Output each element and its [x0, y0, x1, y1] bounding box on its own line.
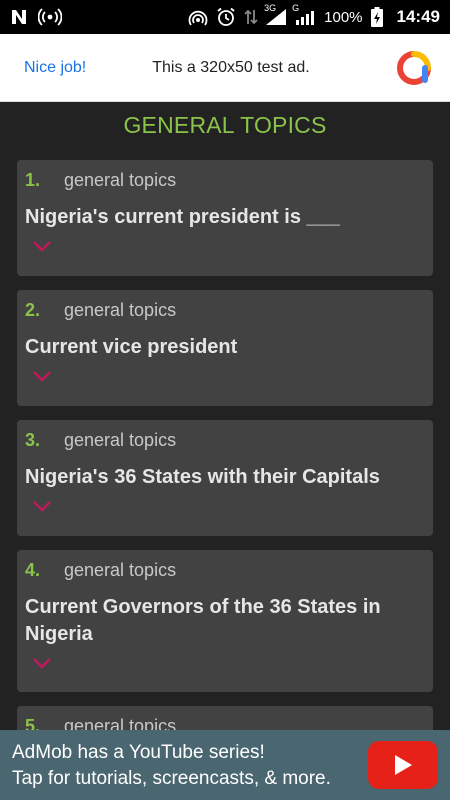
- hotspot-icon: [188, 8, 208, 26]
- bottom-ad-banner[interactable]: AdMob has a YouTube series! Tap for tuto…: [0, 730, 450, 800]
- chevron-down-icon[interactable]: [31, 656, 53, 674]
- item-number: 1.: [25, 170, 41, 190]
- item-title: Nigeria's 36 States with their Capitals: [25, 466, 380, 488]
- page-title: GENERAL TOPICS: [123, 112, 327, 138]
- item-number: 2.: [25, 300, 41, 320]
- battery-charging-icon: [370, 7, 383, 27]
- battery-percent: 100%: [324, 8, 363, 26]
- list-item[interactable]: 3. general topics Nigeria's 36 States wi…: [17, 420, 433, 536]
- item-number: 3.: [25, 430, 41, 450]
- alarm-icon: [216, 7, 236, 27]
- item-title: Current vice president: [25, 336, 238, 358]
- signal-g-icon: G: [292, 3, 316, 25]
- list-item[interactable]: 2. general topics Current vice president: [17, 290, 433, 406]
- n-app-icon: [10, 8, 28, 26]
- top-ad-banner[interactable]: Nice job! This a 320x50 test ad.: [0, 34, 450, 102]
- item-number: 4.: [25, 560, 41, 580]
- item-title: Nigeria's current president is ___: [25, 206, 340, 228]
- ad-test-text: This a 320x50 test ad.: [152, 58, 310, 76]
- chevron-down-icon[interactable]: [31, 239, 53, 257]
- chevron-down-icon[interactable]: [31, 369, 53, 387]
- item-title: Current Governors of the 36 States in Ni…: [25, 596, 381, 645]
- topic-list: 1. general topics Nigeria's current pres…: [17, 160, 433, 780]
- status-bar: 3G G 100% 14:49: [0, 0, 450, 34]
- item-category: general topics: [64, 560, 177, 580]
- youtube-play-icon[interactable]: [368, 741, 438, 789]
- item-category: general topics: [64, 300, 177, 320]
- list-item[interactable]: 4. general topics Current Governors of t…: [17, 550, 433, 692]
- list-item[interactable]: 1. general topics Nigeria's current pres…: [17, 160, 433, 276]
- clock: 14:49: [396, 7, 440, 26]
- chevron-down-icon[interactable]: [31, 499, 53, 517]
- item-category: general topics: [64, 170, 177, 190]
- ad-nice-job-label: Nice job!: [24, 58, 87, 76]
- data-transfer-icon: [244, 8, 258, 26]
- signal-3g-icon: 3G: [264, 3, 287, 25]
- item-category: general topics: [64, 430, 177, 450]
- admob-logo-icon: [396, 50, 432, 86]
- broadcast-icon: [38, 8, 62, 26]
